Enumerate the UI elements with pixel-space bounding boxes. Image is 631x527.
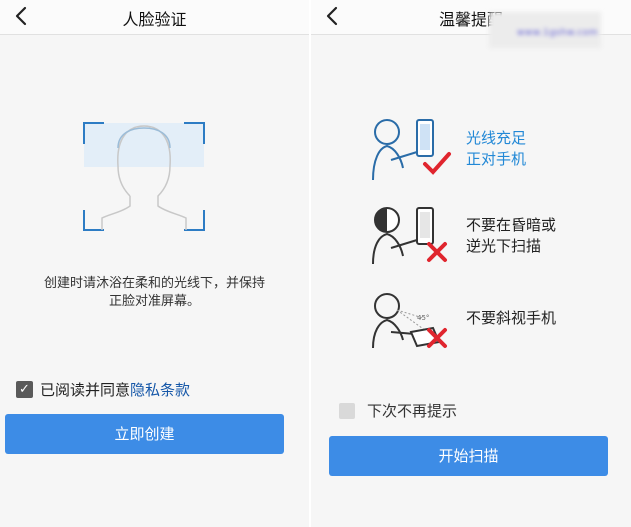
agree-checkbox[interactable]: ✓ <box>16 380 33 398</box>
page-title: 人脸验证 <box>122 10 187 29</box>
screenshot-composite: 壹Q生活网 壹Q生活网 壹Q生活网 壹Q生活网 壹Q生活网 人脸验证 创建时请沐… <box>0 0 631 527</box>
tip-line: 光线充足 <box>466 129 527 147</box>
no-remind-option: 下次不再提示 <box>339 400 457 421</box>
face-outline-icon <box>83 122 205 231</box>
agree-label: 已阅读并同意 <box>40 380 131 399</box>
tip-line: 逆光下扫描 <box>466 237 542 255</box>
person-squint-phone-icon: 45° <box>372 293 447 349</box>
tip-line-2: 正脸对准屏幕。 <box>108 294 200 309</box>
privacy-terms-link[interactable]: 隐私条款 <box>130 379 190 400</box>
top-bar: 温馨提醒 www.1gshw.com <box>311 0 631 48</box>
face-verify-screen: 人脸验证 创建时请沐浴在柔和的光线下，并保持 正脸对准屏幕。 ✓ 已阅读并同意 … <box>0 0 309 527</box>
watermark-url: www.1gshw.com <box>517 28 599 38</box>
tip-line: 不要斜视手机 <box>466 309 557 327</box>
create-now-button[interactable]: 立即创建 <box>5 414 284 454</box>
tips-screen: 温馨提醒 www.1gshw.com 光线充足 正对手机 不要在昏暗或 逆光下扫… <box>311 0 631 527</box>
watermark-banner: www.1gshw.com <box>489 12 601 48</box>
tip-item-dim-light: 不要在昏暗或 逆光下扫描 <box>466 215 556 257</box>
start-scan-button[interactable]: 开始扫描 <box>329 436 608 476</box>
person-dim-light-icon <box>372 207 447 265</box>
privacy-agreement: ✓ 已阅读并同意 隐私条款 <box>16 377 296 401</box>
no-remind-checkbox[interactable] <box>339 402 355 419</box>
person-facing-phone-icon <box>372 119 451 181</box>
tip-item-no-squint: 不要斜视手机 <box>466 308 556 329</box>
tip-item-good-light: 光线充足 正对手机 <box>466 128 526 170</box>
no-remind-label: 下次不再提示 <box>367 402 458 420</box>
tip-line: 正对手机 <box>466 150 527 168</box>
tip-line: 不要在昏暗或 <box>466 216 557 234</box>
angle-label: 45° <box>417 314 429 322</box>
checkmark-icon: ✓ <box>19 381 30 397</box>
top-bar: 人脸验证 <box>0 0 309 35</box>
tip-line-1: 创建时请沐浴在柔和的光线下，并保持 <box>43 276 265 291</box>
